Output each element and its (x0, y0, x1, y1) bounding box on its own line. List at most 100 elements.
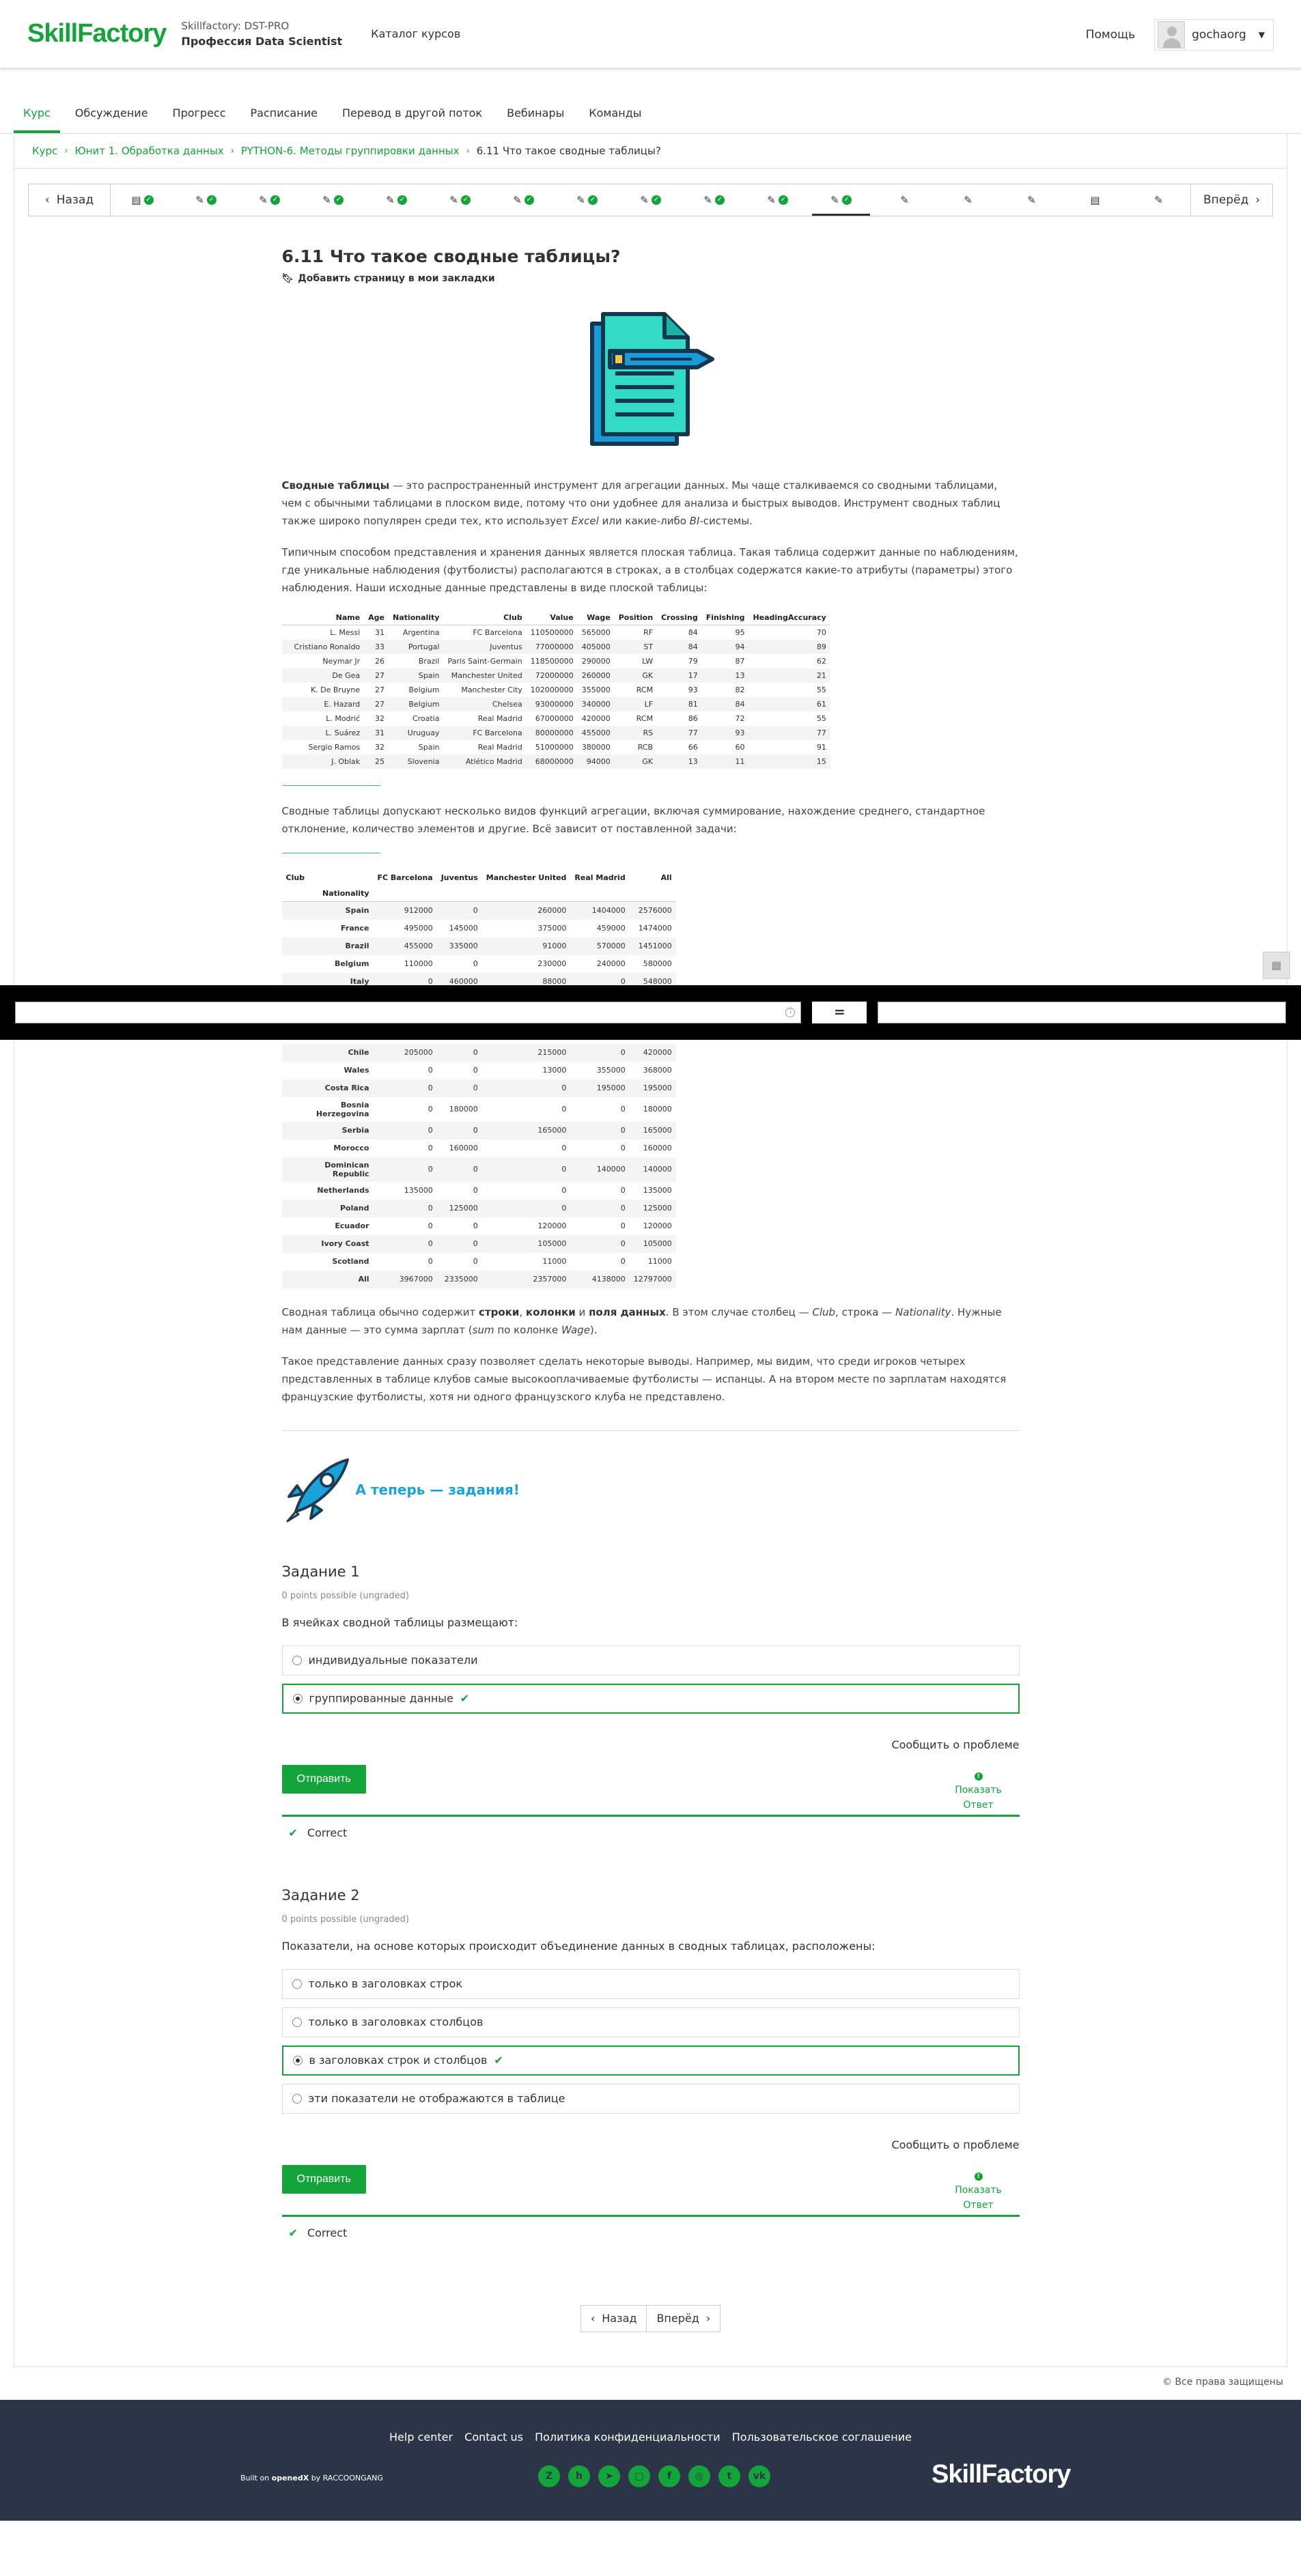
bottom-next-button[interactable]: Вперёд › (647, 2304, 721, 2332)
sequence-prev-button[interactable]: ‹ Назад (29, 184, 111, 216)
choice-option-selected[interactable]: группированные данные ✔ (281, 1683, 1020, 1714)
table-cell: 0 (436, 1234, 482, 1253)
sequence-item-problem[interactable]: ✎ ✓ (555, 184, 619, 216)
sequence-item-video[interactable]: ▤ ✓ (111, 184, 174, 216)
tab-teams[interactable]: Команды (579, 107, 651, 133)
sequence-item-problem[interactable]: ✎ (1127, 184, 1190, 216)
column-header: FC Barcelona (377, 873, 433, 882)
edit-icon: ✎ (195, 194, 204, 206)
report-problem-link[interactable]: Сообщить о проблеме (282, 2138, 1019, 2151)
table-cell: 31 (375, 628, 385, 637)
footer-link-terms[interactable]: Пользовательское соглашение (732, 2431, 912, 2444)
submit-button[interactable]: Отправить (281, 1764, 366, 1794)
bottom-prev-button[interactable]: ‹ Назад (580, 2304, 647, 2332)
sequence-item-problem[interactable]: ✎ ✓ (365, 184, 428, 216)
info-icon: ! (974, 2172, 983, 2181)
sequence-item-problem[interactable]: ✎ ✓ (682, 184, 746, 216)
show-answer-button[interactable]: ! Показать Ответ (938, 1768, 1020, 1813)
habr-icon[interactable]: h (568, 2465, 590, 2487)
check-icon: ✓ (778, 195, 788, 205)
table-cell: 93 (701, 726, 749, 740)
social-links: Z h ➤ ▢ f ◎ t vk (538, 2465, 770, 2487)
choice-option[interactable]: индивидуальные показатели (281, 1645, 1020, 1675)
user-menu[interactable]: gochaorg ▼ (1154, 19, 1274, 51)
column-header: Manchester United (486, 873, 567, 882)
table-cell: 94 (701, 640, 749, 654)
sequence-item-problem[interactable]: ✎ ✓ (301, 184, 365, 216)
telegram-icon[interactable]: ➤ (598, 2465, 620, 2487)
column-header: Finishing (701, 610, 749, 625)
equals-button[interactable]: = (812, 1002, 867, 1023)
tab-course[interactable]: Курс (14, 107, 60, 133)
choice-label: группированные данные (309, 1692, 453, 1705)
chat-icon[interactable]: ▢ (628, 2465, 650, 2487)
breadcrumb-course[interactable]: Курс (32, 145, 57, 157)
help-link[interactable]: Помощь (1086, 28, 1135, 42)
table-cell: Real Madrid (477, 743, 522, 752)
table-cell: 77 (657, 726, 702, 740)
sequence-item-problem[interactable]: ✎ (873, 184, 936, 216)
sequence-item-problem[interactable]: ✎ ✓ (238, 184, 301, 216)
radio-button[interactable] (292, 1693, 303, 1703)
tab-progress[interactable]: Прогресс (163, 107, 236, 133)
choice-option-selected[interactable]: в заголовках строк и столбцов ✔ (281, 2045, 1020, 2076)
tab-discussion[interactable]: Обсуждение (66, 107, 158, 133)
choice-option[interactable]: только в заголовках строк (281, 1968, 1020, 1999)
tab-schedule[interactable]: Расписание (241, 107, 327, 133)
calculator-icon[interactable]: ▦ (1263, 952, 1290, 979)
overlay-input-left[interactable]: i (15, 1002, 802, 1023)
table-cell: 160000 (643, 1144, 672, 1152)
sequence-item-problem[interactable]: ✎ ✓ (174, 184, 238, 216)
catalog-link[interactable]: Каталог курсов (371, 27, 460, 40)
footer-link-privacy[interactable]: Политика конфиденциальности (535, 2431, 721, 2444)
table-cell: 77 (749, 726, 830, 740)
report-problem-link[interactable]: Сообщить о проблеме (282, 1738, 1019, 1751)
tab-webinars[interactable]: Вебинары (497, 107, 574, 133)
bookmark-button[interactable]: 🔖︎ Добавить страницу в мои закладки (282, 273, 1020, 284)
choice-option[interactable]: эти показатели не отображаются в таблице (281, 2083, 1020, 2114)
sequence-item-current[interactable]: ✎ ✓ (809, 184, 873, 216)
row-header: France (341, 924, 369, 933)
show-answer-button[interactable]: ! Показать Ответ (938, 2168, 1020, 2213)
column-header: Name (290, 610, 365, 625)
breadcrumb-section[interactable]: PYTHON-6. Методы группировки данных (241, 145, 460, 157)
radio-button[interactable] (292, 1979, 302, 1989)
radio-button[interactable] (292, 2017, 302, 2027)
footer-link-contact[interactable]: Contact us (464, 2431, 523, 2444)
table-cell: 67000000 (535, 714, 574, 723)
sequence-item-problem[interactable]: ✎ ✓ (746, 184, 809, 216)
footer-link-help[interactable]: Help center (389, 2431, 453, 2444)
overlay-input-right[interactable] (878, 1002, 1286, 1023)
column-header: Club (443, 610, 527, 625)
sequence-item-video[interactable]: ▤ (1063, 184, 1127, 216)
sequence-item-problem[interactable]: ✎ ✓ (428, 184, 492, 216)
vk-icon[interactable]: vk (749, 2465, 770, 2487)
sequence-next-button[interactable]: Вперёд › (1190, 184, 1272, 216)
built-on-badge[interactable]: Built on openedX by RACCOONGANG (240, 2474, 383, 2482)
table-row: Netherlands 135000 0 0 0 135000 (282, 1182, 676, 1200)
facebook-icon[interactable]: f (658, 2465, 680, 2487)
sequence-item-problem[interactable]: ✎ ✓ (492, 184, 555, 216)
twitter-icon[interactable]: t (718, 2465, 740, 2487)
choice-option[interactable]: только в заголовках столбцов (281, 2007, 1020, 2037)
table-cell: 260000 (481, 901, 571, 920)
table-cell: 0 (436, 1043, 482, 1062)
skillfactory-footer-logo[interactable]: SkillFactory (932, 2460, 1071, 2489)
table-cell: 260000 (577, 668, 615, 683)
footer-links: Help center Contact us Политика конфиден… (0, 2431, 1301, 2444)
sequence-item-problem[interactable]: ✎ ✓ (619, 184, 682, 216)
breadcrumb-unit[interactable]: Юнит 1. Обработка данных (75, 145, 224, 157)
submit-button[interactable]: Отправить (281, 2164, 366, 2194)
radio-button[interactable] (292, 2093, 302, 2104)
table-cell: 0 (561, 1105, 567, 1114)
tab-transfer[interactable]: Перевод в другой поток (333, 107, 492, 133)
instagram-icon[interactable]: ◎ (688, 2465, 710, 2487)
skillfactory-logo[interactable]: SkillFactory (27, 19, 167, 48)
radio-button[interactable] (292, 2055, 303, 2065)
sequence-item-problem[interactable]: ✎ (1000, 184, 1063, 216)
sequence-item-problem[interactable]: ✎ (936, 184, 1000, 216)
chevron-down-icon[interactable]: ▼ (1259, 30, 1265, 40)
divider (14, 168, 1287, 169)
zen-icon[interactable]: Z (538, 2465, 560, 2487)
radio-button[interactable] (292, 1655, 302, 1665)
